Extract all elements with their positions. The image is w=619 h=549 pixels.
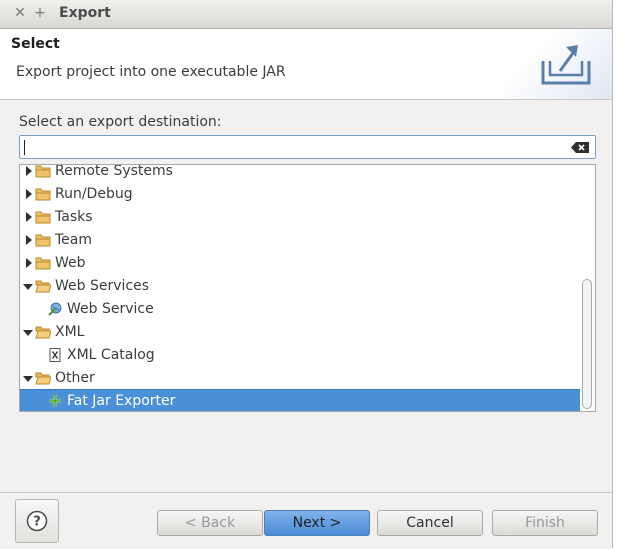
tree-item-label: Web Service bbox=[67, 301, 154, 317]
expand-arrow-icon[interactable] bbox=[25, 166, 33, 176]
tree-item-label: Web bbox=[55, 255, 86, 271]
folder-open-icon bbox=[35, 280, 51, 293]
web-service-icon bbox=[48, 302, 62, 316]
fat-jar-icon bbox=[49, 395, 61, 407]
expand-arrow-icon[interactable] bbox=[25, 189, 33, 199]
folder-open-icon bbox=[35, 372, 51, 385]
page-description: Export project into one executable JAR bbox=[16, 64, 286, 80]
collapse-arrow-icon[interactable] bbox=[23, 283, 33, 291]
tree-item-remote-systems[interactable]: Remote Systems bbox=[20, 164, 580, 183]
tree-item-xml[interactable]: XML bbox=[20, 321, 580, 344]
tree-item-label: Tasks bbox=[55, 209, 93, 225]
folder-icon bbox=[35, 257, 51, 270]
collapse-arrow-icon[interactable] bbox=[23, 375, 33, 383]
tree-item-run-debug[interactable]: Run/Debug bbox=[20, 183, 580, 206]
maximize-icon[interactable]: + bbox=[33, 6, 47, 20]
tree-item-tasks[interactable]: Tasks bbox=[20, 206, 580, 229]
finish-button[interactable]: Finish bbox=[492, 510, 598, 536]
tree-item-label: XML bbox=[55, 324, 85, 340]
help-glyph: ? bbox=[33, 515, 41, 530]
destination-tree[interactable]: Remote Systems Run/Debug Tasks Team Web … bbox=[19, 164, 596, 412]
tree-item-web[interactable]: Web bbox=[20, 252, 580, 275]
expand-arrow-icon[interactable] bbox=[25, 235, 33, 245]
tree-item-team[interactable]: Team bbox=[20, 229, 580, 252]
filter-input[interactable] bbox=[19, 135, 596, 159]
export-dialog: ✕ + Export Select Export project into on… bbox=[0, 0, 613, 549]
tree-item-web-service[interactable]: Web Service bbox=[20, 298, 580, 321]
folder-icon bbox=[35, 165, 51, 178]
tree-item-label: Web Services bbox=[55, 278, 150, 294]
cancel-button[interactable]: Cancel bbox=[377, 510, 483, 536]
wizard-content: Select an export destination: Remote Sys… bbox=[0, 100, 612, 492]
folder-icon bbox=[35, 234, 51, 247]
tree-item-label: Remote Systems bbox=[55, 164, 173, 179]
text-caret bbox=[24, 140, 25, 155]
destination-label: Select an export destination: bbox=[19, 114, 222, 130]
tree-item-other[interactable]: Other bbox=[20, 367, 580, 390]
expand-arrow-icon[interactable] bbox=[25, 212, 33, 222]
help-button[interactable]: ? bbox=[15, 499, 59, 543]
tree-scrollbar[interactable] bbox=[582, 165, 592, 411]
tree-item-label: Team bbox=[55, 232, 93, 248]
folder-open-icon bbox=[35, 326, 51, 339]
clear-filter-icon[interactable] bbox=[571, 142, 589, 153]
button-bar: ? < Back Next > Cancel Finish bbox=[0, 492, 612, 549]
title-bar: ✕ + Export bbox=[0, 0, 612, 29]
tree-item-label: Other bbox=[55, 370, 95, 386]
help-icon: ? bbox=[26, 510, 48, 532]
xml-catalog-icon bbox=[49, 348, 61, 362]
back-button[interactable]: < Back bbox=[157, 510, 263, 536]
scrollbar-thumb[interactable] bbox=[582, 279, 592, 409]
expand-arrow-icon[interactable] bbox=[25, 258, 33, 268]
folder-icon bbox=[35, 211, 51, 224]
folder-icon bbox=[35, 188, 51, 201]
tree-item-label: Run/Debug bbox=[55, 186, 133, 202]
window-title: Export bbox=[59, 5, 111, 21]
collapse-arrow-icon[interactable] bbox=[23, 329, 33, 337]
tree-item-fat-jar-exporter[interactable]: Fat Jar Exporter bbox=[20, 389, 580, 411]
page-title: Select bbox=[11, 36, 60, 52]
tree-item-xml-catalog[interactable]: XML Catalog bbox=[20, 344, 580, 367]
tree-item-label: XML Catalog bbox=[67, 347, 155, 363]
export-wizard-icon bbox=[541, 45, 591, 85]
tree-item-label: Fat Jar Exporter bbox=[67, 393, 176, 409]
close-icon[interactable]: ✕ bbox=[13, 6, 27, 20]
tree-item-web-services[interactable]: Web Services bbox=[20, 275, 580, 298]
next-button[interactable]: Next > bbox=[264, 510, 370, 536]
wizard-banner: Select Export project into one executabl… bbox=[0, 29, 612, 100]
